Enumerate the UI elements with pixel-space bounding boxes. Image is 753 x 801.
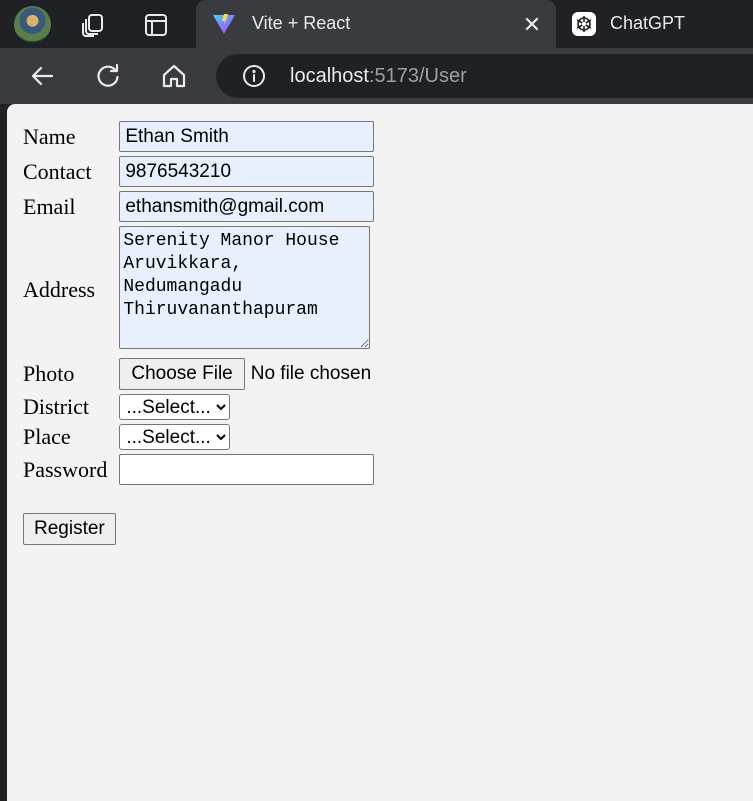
tab-title: Vite + React (252, 13, 351, 33)
place-label: Place (23, 424, 71, 449)
address-bar[interactable]: localhost:5173/User (216, 54, 753, 98)
tab-title-chatgpt: ChatGPT (610, 13, 686, 33)
contact-input[interactable] (119, 156, 375, 187)
form-row-place: Place ...Select... (21, 422, 376, 452)
url-host: localhost (290, 65, 369, 87)
form-row-email: Email (21, 189, 376, 224)
vite-icon (212, 12, 236, 36)
close-icon[interactable]: ✕ (521, 14, 543, 36)
tab-chatgpt[interactable]: ChatGPT (562, 0, 753, 48)
registration-form: Name Contact Email Address Serenity Mano… (21, 119, 376, 487)
email-label: Email (23, 193, 76, 219)
name-label: Name (23, 123, 76, 149)
url-text: localhost:5173/User (290, 65, 467, 88)
url-path: :5173/User (368, 65, 467, 87)
home-icon[interactable] (160, 62, 188, 90)
file-status-text: No file chosen (250, 363, 372, 384)
tab-vite-react[interactable]: Vite + React ✕ (196, 0, 556, 48)
form-row-district: District ...Select... (21, 392, 376, 422)
address-textarea[interactable]: Serenity Manor House Aruvikkara, Neduman… (119, 226, 371, 349)
place-select[interactable]: ...Select... (119, 424, 231, 450)
name-input[interactable] (119, 121, 375, 152)
profile-avatar[interactable] (14, 6, 51, 43)
form-row-address: Address Serenity Manor House Aruvikkara,… (21, 224, 376, 356)
workspaces-icon[interactable] (80, 12, 106, 38)
form-row-password: Password (21, 452, 376, 487)
chatgpt-icon (572, 12, 596, 36)
email-input[interactable] (119, 191, 375, 222)
tab-strip: Vite + React ✕ ChatGPT (0, 0, 753, 48)
choose-file-button[interactable]: Choose File (119, 358, 245, 390)
address-label: Address (23, 277, 96, 302)
photo-file-input[interactable]: Choose File No file chosen (119, 358, 374, 390)
form-row-name: Name (21, 119, 376, 154)
info-icon[interactable] (242, 64, 266, 88)
reload-icon[interactable] (94, 62, 122, 90)
tab-actions-icon[interactable] (143, 12, 169, 38)
page-content: Name Contact Email Address Serenity Mano… (7, 104, 753, 801)
district-label: District (23, 394, 89, 419)
form-row-photo: Photo Choose File No file chosen (21, 356, 376, 392)
form-row-contact: Contact (21, 154, 376, 189)
contact-label: Contact (23, 158, 92, 184)
password-input[interactable] (119, 454, 375, 485)
browser-toolbar: localhost:5173/User (0, 48, 753, 104)
photo-label: Photo (23, 361, 75, 386)
password-label: Password (23, 456, 108, 482)
register-button[interactable]: Register (23, 513, 116, 545)
district-select[interactable]: ...Select... (119, 394, 231, 420)
back-icon[interactable] (28, 62, 56, 90)
